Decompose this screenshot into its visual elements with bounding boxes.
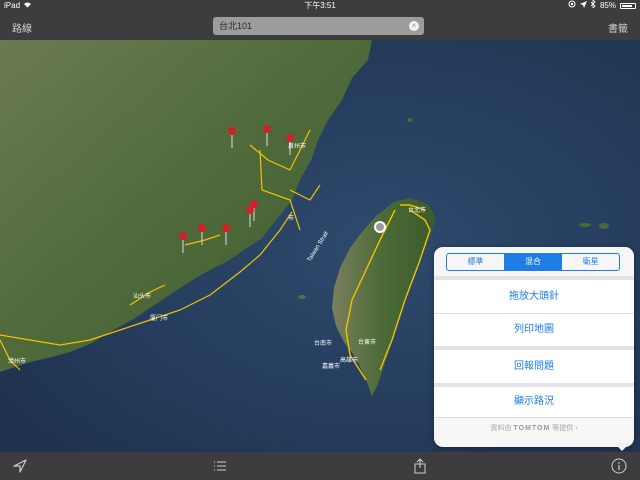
islet — [579, 223, 591, 227]
lock-rotation-icon — [568, 0, 576, 12]
bottom-toolbar — [0, 452, 640, 480]
credit-text: 資料由 — [490, 425, 512, 432]
place-label: 台北市 — [408, 206, 426, 214]
battery-percent: 85% — [599, 1, 616, 10]
location-arrow-icon[interactable] — [12, 458, 28, 474]
map-type-segmented-control[interactable]: 標準 混合 衛星 — [446, 253, 620, 271]
map-options-popover: 標準 混合 衛星 拖放大頭針 列印地圖 回報問題 顯示路況 資料由 TOMTOM… — [434, 247, 634, 451]
current-location-dot — [376, 223, 384, 231]
nav-bar: 路線 台北101 × 書籤 — [0, 12, 640, 40]
segment-satellite[interactable]: 衛星 — [562, 254, 619, 270]
tomtom-logo: TOMTOM — [513, 425, 551, 432]
place-label: 市 — [288, 214, 294, 222]
place-label: 高雄市 — [340, 356, 358, 364]
status-bar: iPad 下午3:51 85% — [0, 0, 640, 12]
chevron-right-icon: › — [575, 425, 578, 432]
report-problem-button[interactable]: 回報問題 — [434, 350, 634, 383]
segment-hybrid[interactable]: 混合 — [504, 254, 563, 270]
islet — [407, 118, 413, 122]
islet — [298, 295, 306, 299]
status-time: 下午3:51 — [304, 1, 336, 10]
segment-standard[interactable]: 標準 — [447, 254, 505, 270]
bookmarks-button[interactable]: 書籤 — [608, 20, 628, 35]
drop-pin-button[interactable]: 拖放大頭針 — [434, 280, 634, 313]
clear-search-icon[interactable]: × — [409, 21, 419, 31]
search-field[interactable]: 台北101 × — [213, 17, 424, 35]
bluetooth-icon — [590, 0, 596, 12]
place-label: 厦门市 — [150, 314, 168, 322]
battery-fill — [622, 5, 633, 7]
status-right: 85% — [568, 0, 636, 12]
share-icon[interactable] — [412, 458, 428, 474]
search-value: 台北101 — [219, 21, 253, 31]
print-map-button[interactable]: 列印地圖 — [434, 314, 634, 346]
list-icon[interactable] — [212, 458, 228, 474]
credit-suffix: 等提供 — [552, 425, 574, 432]
info-icon[interactable] — [611, 458, 627, 474]
row-divider — [434, 417, 634, 418]
place-label: 台南市 — [314, 339, 332, 347]
show-traffic-button[interactable]: 顯示路況 — [434, 387, 634, 417]
location-status-icon — [579, 0, 587, 12]
place-label: 嘉義市 — [322, 362, 340, 370]
battery-icon — [620, 3, 636, 9]
directions-button[interactable]: 路線 — [12, 20, 32, 35]
data-provider-credit[interactable]: 資料由 TOMTOM 等提供 › — [434, 423, 634, 433]
place-label: 汕头市 — [133, 292, 151, 300]
place-label: 泉州市 — [288, 142, 306, 150]
popover-arrow — [614, 443, 630, 451]
place-label: 台東市 — [358, 338, 376, 346]
islet — [599, 223, 609, 229]
place-label: 漳州市 — [8, 357, 26, 365]
